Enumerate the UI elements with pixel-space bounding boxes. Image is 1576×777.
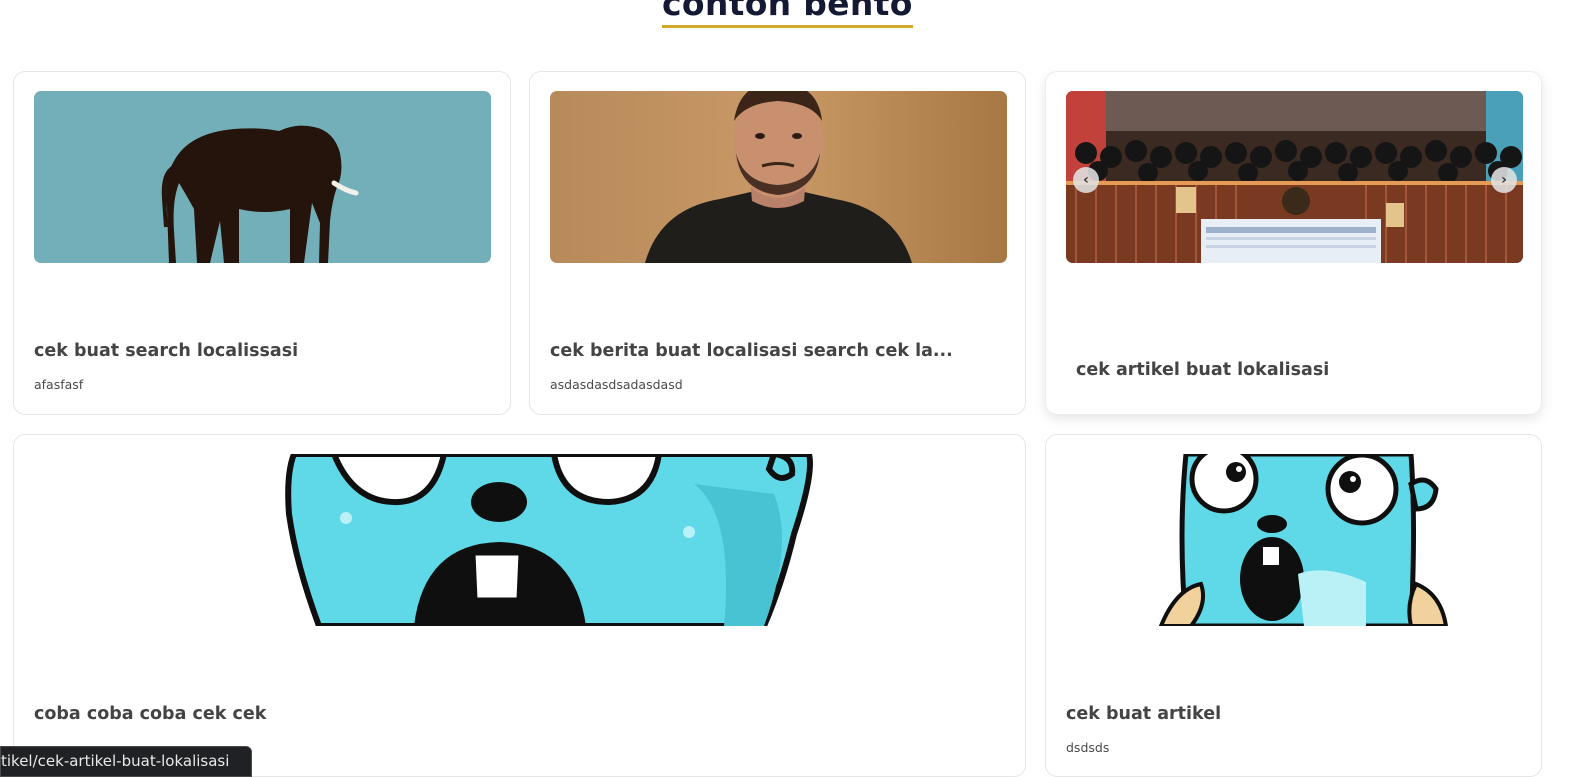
carousel-prev-button[interactable]: ‹ bbox=[1073, 167, 1099, 193]
card-description: asdasdasdsadasdasd bbox=[550, 377, 683, 392]
article-card-2[interactable]: cek berita buat localisasi search cek la… bbox=[529, 71, 1026, 415]
article-card-4[interactable]: coba coba coba cek cek bbox=[13, 434, 1026, 777]
card-title[interactable]: coba coba coba cek cek bbox=[34, 704, 934, 724]
card-title[interactable]: cek artikel buat lokalisasi bbox=[1076, 360, 1516, 380]
chevron-left-icon: ‹ bbox=[1083, 172, 1089, 188]
portrait-image bbox=[550, 91, 1007, 263]
article-card-1[interactable]: cek buat search localissasi afasfasf bbox=[13, 71, 511, 415]
card-title[interactable]: cek buat artikel bbox=[1066, 704, 1523, 724]
card-title[interactable]: cek buat search localissasi bbox=[34, 341, 491, 361]
section-header: contoh bento bbox=[0, 0, 1576, 40]
article-card-5[interactable]: cek buat artikel dsdsds bbox=[1045, 434, 1542, 777]
carousel-image: ‹ › bbox=[1066, 91, 1523, 263]
card-description: dsdsds bbox=[1066, 740, 1110, 755]
gopher-image bbox=[1066, 454, 1523, 626]
chevron-right-icon: › bbox=[1501, 172, 1507, 188]
card-title[interactable]: cek berita buat localisasi search cek la… bbox=[550, 341, 1007, 361]
elephant-image bbox=[34, 91, 491, 263]
article-card-3[interactable]: ‹ › cek artikel buat lokalisasi bbox=[1045, 71, 1542, 415]
link-status-bar: tikel/cek-artikel-buat-lokalisasi bbox=[0, 746, 252, 777]
carousel-next-button[interactable]: › bbox=[1491, 167, 1517, 193]
card-description: afasfasf bbox=[34, 377, 84, 392]
status-url: tikel/cek-artikel-buat-lokalisasi bbox=[1, 752, 230, 770]
gopher-image bbox=[34, 454, 1006, 626]
section-title: contoh bento bbox=[662, 0, 913, 28]
